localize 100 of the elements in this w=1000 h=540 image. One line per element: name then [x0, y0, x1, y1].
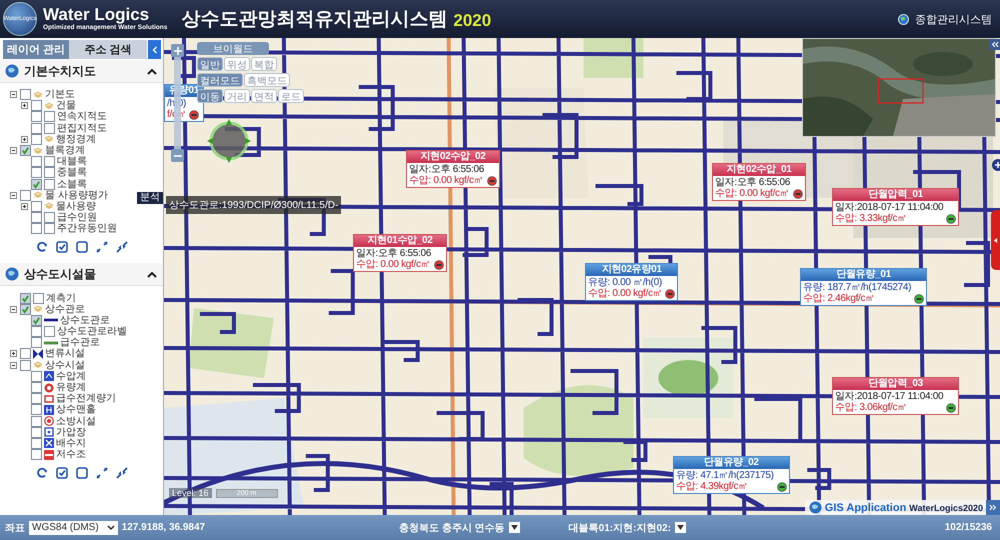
panel-tab[interactable]: 레이어 관리	[3, 40, 69, 59]
checkbox[interactable]	[20, 89, 31, 100]
layer-label: 변류시설	[45, 348, 85, 360]
panel-tab[interactable]: 주소 검색	[69, 40, 147, 59]
expand-icon[interactable]	[10, 350, 17, 358]
square-icon[interactable]	[76, 241, 88, 254]
section-header[interactable]: 기본수치지도	[0, 60, 163, 83]
globe-icon	[898, 14, 909, 24]
expand-icon[interactable]	[96, 241, 108, 254]
layer-label: 물 사용량평가	[45, 190, 108, 201]
layers-icon	[44, 201, 54, 212]
checkbox[interactable]	[31, 134, 42, 145]
checkbox[interactable]	[31, 167, 42, 178]
collapse-icon[interactable]	[10, 147, 17, 154]
collapse-icon[interactable]	[116, 241, 128, 254]
checkbox[interactable]	[31, 449, 42, 460]
checkbox[interactable]	[31, 404, 42, 416]
square-icon[interactable]	[76, 467, 88, 480]
dropdown-button[interactable]	[674, 522, 686, 533]
collapse-icon[interactable]	[10, 192, 17, 199]
chevron-left-icon	[152, 46, 158, 54]
refresh-icon[interactable]	[36, 241, 48, 254]
layer-label: 기본도	[45, 89, 75, 100]
checkbox[interactable]	[44, 156, 55, 168]
checkbox[interactable]	[31, 122, 42, 134]
analysis-badge[interactable]: 분석	[137, 192, 163, 204]
checkbox[interactable]	[31, 326, 42, 338]
section-header[interactable]: 상수도시설물	[0, 263, 163, 286]
checkbox[interactable]	[31, 393, 42, 404]
layer-label: 블록경계	[45, 145, 85, 156]
checkbox[interactable]	[31, 178, 42, 190]
check-square-icon[interactable]	[56, 467, 68, 480]
checkbox[interactable]	[44, 122, 55, 134]
checkbox[interactable]	[20, 360, 31, 371]
layers-icon	[44, 134, 54, 144]
expand-icon[interactable]	[21, 136, 28, 143]
layer-label: 상수시설	[45, 360, 85, 371]
bowtie-icon	[33, 348, 43, 359]
globe-icon	[5, 64, 19, 78]
checkbox[interactable]	[44, 167, 55, 178]
checkbox[interactable]	[31, 426, 42, 438]
checkbox[interactable]	[44, 223, 55, 234]
crs-select[interactable]: WGS84 (DMS)	[29, 520, 118, 534]
checkbox[interactable]	[44, 212, 55, 224]
checkbox[interactable]	[20, 304, 31, 315]
layer-label: 계측기	[46, 292, 76, 304]
layers-icon	[44, 100, 54, 111]
checkbox[interactable]	[31, 212, 42, 224]
checkbox[interactable]	[44, 178, 55, 190]
checkbox[interactable]	[31, 438, 42, 449]
dropdown-button[interactable]	[508, 522, 520, 533]
globe-icon	[5, 267, 19, 282]
checkbox[interactable]	[31, 337, 42, 348]
layer-label: 상수맨홀	[56, 404, 96, 416]
collapse-icon[interactable]	[10, 91, 17, 98]
app-title: 상수도관망최적유지관리시스템	[181, 8, 448, 32]
checkbox[interactable]	[33, 292, 44, 304]
expand-icon[interactable]	[96, 467, 108, 480]
checkbox[interactable]	[31, 370, 42, 382]
layer-label: 유량계	[56, 382, 86, 394]
layers-icon	[33, 360, 43, 370]
layer-label: 물사용량	[56, 200, 96, 212]
layer-label: 상수도관로라벨	[57, 326, 127, 338]
checkbox[interactable]	[20, 292, 31, 304]
refresh-icon[interactable]	[36, 467, 48, 480]
expand-icon[interactable]	[21, 202, 28, 210]
checkbox[interactable]	[31, 111, 42, 122]
tank-icon	[44, 450, 54, 460]
layer-label: 급수전계량기	[56, 393, 116, 404]
layer-label: 건물	[56, 100, 76, 112]
expand-icon[interactable]	[21, 102, 28, 110]
checkbox[interactable]	[44, 326, 55, 338]
layer-label: 대블록	[57, 156, 87, 168]
collapse-icon[interactable]	[10, 306, 17, 313]
coordinate-label: 좌표	[5, 522, 25, 534]
checkbox[interactable]	[31, 314, 42, 326]
check-square-icon[interactable]	[56, 241, 68, 254]
checkbox[interactable]	[20, 348, 31, 360]
system-link[interactable]: 종합관리시스템	[915, 12, 992, 26]
checkbox[interactable]	[31, 100, 42, 112]
collapse-icon[interactable]	[116, 467, 128, 480]
collapse-button[interactable]	[148, 40, 161, 59]
collapse-icon[interactable]	[10, 362, 17, 369]
layer-label: 주간유동인원	[57, 223, 117, 234]
layer-label: 행정경계	[56, 134, 96, 145]
layers-icon	[33, 90, 43, 100]
layer-label: 상수관로	[45, 304, 85, 315]
checkbox[interactable]	[20, 145, 31, 156]
block-text: 대블록01:지현:지현02:	[568, 522, 671, 534]
checkbox[interactable]	[31, 416, 42, 427]
checkbox[interactable]	[44, 111, 55, 122]
layer-label: 급수인원	[57, 212, 97, 224]
checkbox[interactable]	[31, 382, 42, 394]
cross-square-icon	[44, 438, 54, 448]
layer-label: 저수조	[56, 449, 86, 460]
checkbox[interactable]	[31, 156, 42, 168]
checkbox[interactable]	[31, 223, 42, 234]
layers-icon	[33, 190, 43, 200]
checkbox[interactable]	[31, 200, 42, 212]
checkbox[interactable]	[20, 190, 31, 201]
